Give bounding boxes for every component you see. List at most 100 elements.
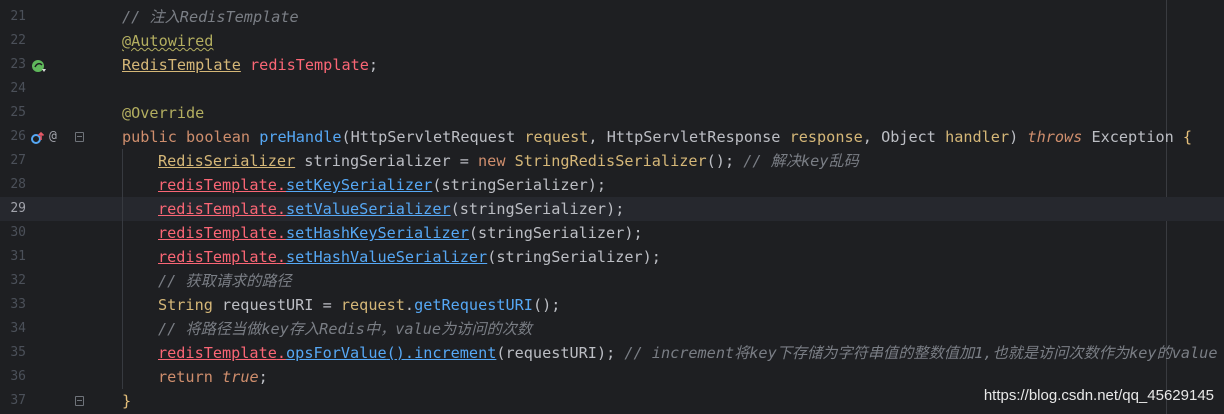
- dot: .: [276, 344, 287, 362]
- line-number: 32: [10, 273, 26, 288]
- code-line[interactable]: 31 redisTemplate.setHashValueSerializer(…: [0, 245, 1224, 269]
- line-number: 36: [10, 369, 26, 384]
- code-line-current[interactable]: 29 redisTemplate.setValueSerializer(stri…: [0, 197, 1224, 221]
- line-number: 26: [10, 129, 26, 144]
- args: (stringSerializer);: [468, 224, 643, 242]
- kw-return: return: [158, 368, 213, 386]
- kw-throws: throws: [1027, 128, 1083, 146]
- type-httpservletresponse[interactable]: HttpServletResponse: [607, 128, 781, 146]
- field-redistemplate[interactable]: redisTemplate: [158, 224, 277, 242]
- code-line[interactable]: 23 RedisTemplate redisTemplate;: [0, 53, 1224, 77]
- dot: .: [276, 248, 287, 266]
- code-line[interactable]: 32 // 获取请求的路径: [0, 269, 1224, 293]
- fold-icon[interactable]: [75, 132, 84, 142]
- type-httpservletrequest[interactable]: HttpServletRequest: [351, 128, 516, 146]
- args: (stringSerializer);: [432, 176, 607, 194]
- type-exception[interactable]: Exception: [1091, 128, 1173, 146]
- kw-true: true: [222, 368, 259, 386]
- code-line[interactable]: 36 return true;: [0, 365, 1224, 389]
- call-end: ();: [532, 296, 561, 314]
- param-handler: handler: [945, 128, 1010, 146]
- var-decl: requestURI =: [212, 296, 341, 314]
- annotation-override[interactable]: @Override: [122, 104, 204, 122]
- code-line[interactable]: 30 redisTemplate.setHashKeySerializer(st…: [0, 221, 1224, 245]
- code-line[interactable]: 28 redisTemplate.setKeySerializer(string…: [0, 173, 1224, 197]
- semicolon: ;: [368, 56, 379, 74]
- dot: .: [404, 296, 415, 314]
- line-number: 28: [10, 177, 26, 192]
- code-line[interactable]: 33 String requestURI = request.getReques…: [0, 293, 1224, 317]
- code-line[interactable]: 35 redisTemplate.opsForValue().increment…: [0, 341, 1224, 365]
- type-string[interactable]: String: [158, 296, 213, 314]
- line-number: 24: [10, 81, 26, 96]
- comment: // 获取请求的路径: [158, 272, 292, 290]
- watermark: https://blog.csdn.net/qq_45629145: [983, 387, 1214, 404]
- spring-bean-icon[interactable]: [30, 53, 48, 77]
- field-redistemplate[interactable]: redisTemplate: [158, 248, 277, 266]
- code-editor[interactable]: 21 // 注入RedisTemplate 22 @Autowired 23 R…: [0, 0, 1224, 414]
- line-number: 23: [10, 57, 26, 72]
- method-setkeyserializer[interactable]: setKeySerializer: [286, 176, 432, 194]
- fold-icon[interactable]: [75, 396, 84, 406]
- comment: // 将路径当做key存入Redis中，value为访问的次数: [158, 320, 533, 338]
- line-number: 34: [10, 321, 26, 336]
- line-number: 29: [10, 201, 26, 216]
- at-icon[interactable]: @: [49, 125, 57, 149]
- type-stringredisserializer[interactable]: StringRedisSerializer: [515, 152, 707, 170]
- param-request[interactable]: request: [341, 296, 405, 314]
- type-redistemplate[interactable]: RedisTemplate: [122, 56, 241, 74]
- field-redistemplate[interactable]: redisTemplate: [158, 200, 277, 218]
- method-getrequesturi[interactable]: getRequestURI: [414, 296, 533, 314]
- method-opsforvalue[interactable]: opsForValue: [286, 344, 387, 362]
- call-end: ();: [706, 152, 735, 170]
- field-redistemplate[interactable]: redisTemplate: [158, 344, 277, 362]
- comma: ,: [588, 128, 607, 146]
- code-line[interactable]: 26 @ public boolean preHandle(HttpServle…: [0, 125, 1224, 149]
- code-line[interactable]: 22 @Autowired: [0, 29, 1224, 53]
- code-line[interactable]: 34 // 将路径当做key存入Redis中，value为访问的次数: [0, 317, 1224, 341]
- dot: .: [276, 200, 287, 218]
- line-number: 31: [10, 249, 26, 264]
- kw-boolean: boolean: [186, 128, 251, 146]
- line-number: 35: [10, 345, 26, 360]
- param-request: request: [524, 128, 589, 146]
- method-prehandle[interactable]: preHandle: [259, 128, 341, 146]
- args: (stringSerializer);: [450, 200, 625, 218]
- param-response: response: [789, 128, 863, 146]
- args: (requestURI);: [496, 344, 616, 362]
- type-redisserializer[interactable]: RedisSerializer: [158, 152, 295, 170]
- method-sethashkeyserializer[interactable]: setHashKeySerializer: [286, 224, 469, 242]
- comment: // increment将key下存储为字符串值的整数值加1,也就是访问次数作为…: [615, 344, 1218, 362]
- kw-new: new: [478, 152, 506, 170]
- code-line[interactable]: 24: [0, 77, 1224, 101]
- line-number: 27: [10, 153, 26, 168]
- line-number: 25: [10, 105, 26, 120]
- dot: .: [276, 176, 287, 194]
- semicolon: ;: [258, 368, 268, 386]
- comment: // 解决key乱码: [734, 152, 859, 170]
- code-line[interactable]: 25 @Override: [0, 101, 1224, 125]
- type-object[interactable]: Object: [881, 128, 936, 146]
- comment: // 注入RedisTemplate: [122, 8, 299, 26]
- line-number: 37: [10, 393, 26, 408]
- annotation-autowired[interactable]: @Autowired: [122, 32, 213, 50]
- indent-guide: [122, 149, 123, 389]
- method-sethashvalueserializer[interactable]: setHashValueSerializer: [286, 248, 487, 266]
- override-icon[interactable]: [30, 125, 46, 149]
- paren: (: [341, 128, 351, 146]
- field-redistemplate[interactable]: redisTemplate: [250, 56, 369, 74]
- comma: ,: [862, 128, 882, 146]
- code-line[interactable]: 27 RedisSerializer stringSerializer = ne…: [0, 149, 1224, 173]
- call-chain: ().: [386, 344, 415, 362]
- field-redistemplate[interactable]: redisTemplate: [158, 176, 277, 194]
- brace-close: }: [122, 392, 132, 410]
- kw-public: public: [122, 128, 177, 146]
- line-number: 30: [10, 225, 26, 240]
- var-decl: stringSerializer =: [295, 152, 479, 170]
- method-setvalueserializer[interactable]: setValueSerializer: [286, 200, 451, 218]
- paren: ): [1009, 128, 1019, 146]
- method-increment[interactable]: increment: [414, 344, 496, 362]
- code-line[interactable]: 21 // 注入RedisTemplate: [0, 5, 1224, 29]
